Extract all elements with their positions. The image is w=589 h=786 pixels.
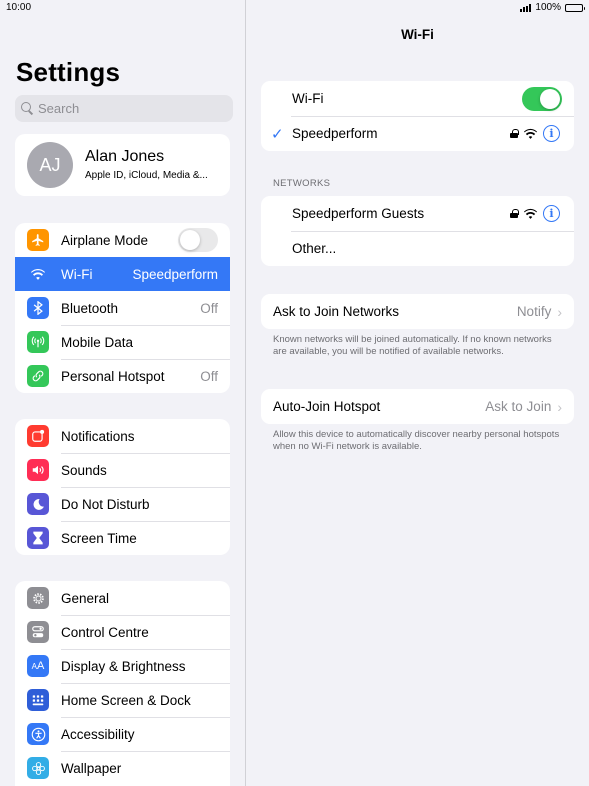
page-title: Wi-Fi [401, 27, 434, 42]
networks-header: NETWORKS [273, 178, 331, 189]
accessibility-icon [27, 723, 49, 745]
avatar: AJ [27, 142, 73, 188]
sidebar-item-personal-hotspot[interactable]: Personal Hotspot Off [15, 359, 230, 393]
sidebar-item-value: Speedperform [132, 266, 218, 282]
lock-icon [510, 209, 519, 218]
sidebar-item-label: Control Centre [61, 624, 149, 640]
gear-icon [27, 587, 49, 609]
wifi-toggle[interactable] [522, 86, 562, 111]
lock-icon [510, 129, 519, 138]
flower-icon [27, 757, 49, 779]
ask-to-join-label: Ask to Join Networks [273, 304, 400, 319]
sidebar-item-label: Accessibility [61, 726, 135, 742]
sidebar-item-airplane-mode[interactable]: Airplane Mode [15, 223, 230, 257]
sidebar-item-control-centre[interactable]: Control Centre [15, 615, 230, 649]
profile-subtitle: Apple ID, iCloud, Media &... [85, 170, 208, 181]
sidebar-item-screen-time[interactable]: Screen Time [15, 521, 230, 555]
airplane-mode-toggle[interactable] [178, 228, 218, 252]
sidebar-item-notifications[interactable]: Notifications [15, 419, 230, 453]
search-field[interactable]: Search [15, 95, 233, 122]
ask-to-join-note: Known networks will be joined automatica… [273, 334, 552, 357]
antenna-icon [27, 331, 49, 353]
text-size-icon: AA [27, 655, 49, 677]
apple-id-profile[interactable]: AJ Alan Jones Apple ID, iCloud, Media &.… [15, 134, 230, 196]
auto-join-label: Auto-Join Hotspot [273, 399, 381, 414]
settings-title: Settings [16, 57, 121, 87]
sidebar-item-general[interactable]: General [15, 581, 230, 615]
sidebar-item-label: General [61, 590, 110, 606]
other-network-label: Other... [292, 241, 337, 256]
wifi-signal-icon [524, 128, 537, 139]
auto-join-card: Auto-Join Hotspot Ask to Join › [261, 389, 574, 424]
ask-to-join-card: Ask to Join Networks Notify › [261, 294, 574, 329]
other-network-row[interactable]: Other... [261, 231, 574, 266]
sidebar-item-label: Notifications [61, 428, 135, 444]
hourglass-icon [27, 527, 49, 549]
chevron-right-icon: › [557, 303, 562, 320]
search-placeholder: Search [38, 101, 80, 116]
sidebar-item-sounds[interactable]: Sounds [15, 453, 230, 487]
general-group: General Control Centre AA Display & Brig… [15, 581, 230, 786]
auto-join-note: Allow this device to automatically disco… [273, 429, 560, 452]
sidebar-item-mobile-data[interactable]: Mobile Data [15, 325, 230, 359]
connectivity-group: Airplane Mode Wi-Fi Speedperform Bluetoo… [15, 223, 230, 393]
sidebar-item-label: Sounds [61, 462, 107, 478]
status-bar: 10:00 100% [0, 0, 589, 16]
sidebar-item-do-not-disturb[interactable]: Do Not Disturb [15, 487, 230, 521]
search-icon [21, 102, 34, 115]
profile-name: Alan Jones [85, 148, 165, 165]
speaker-icon [27, 459, 49, 481]
sidebar-item-label: Airplane Mode [61, 232, 149, 248]
sidebar-item-label: Wallpaper [61, 760, 122, 776]
battery-icon [565, 3, 585, 12]
bluetooth-icon [27, 297, 49, 319]
ask-to-join-row[interactable]: Ask to Join Networks Notify › [261, 294, 574, 329]
notifications-icon [27, 425, 49, 447]
sidebar-item-label: Home Screen & Dock [61, 692, 191, 708]
info-icon[interactable]: i [543, 125, 560, 142]
networks-card: Speedperform Guests i Other... [261, 196, 574, 266]
sidebar-item-label: Do Not Disturb [61, 496, 150, 512]
sidebar-item-label: Screen Time [61, 530, 137, 546]
wifi-signal-icon [524, 208, 537, 219]
battery-percent: 100% [535, 2, 561, 13]
chevron-right-icon: › [557, 398, 562, 415]
sidebar-item-label: Mobile Data [61, 334, 134, 350]
sidebar-item-label: Personal Hotspot [61, 368, 165, 384]
wifi-icon [27, 263, 49, 285]
network-row[interactable]: Speedperform Guests i [261, 196, 574, 231]
moon-icon [27, 493, 49, 515]
cellular-signal-icon [520, 3, 532, 12]
sidebar-item-home-screen-dock[interactable]: Home Screen & Dock [15, 683, 230, 717]
ask-to-join-value: Notify [516, 304, 552, 319]
wifi-card: Wi-Fi ✓ Speedperform i [261, 81, 574, 151]
wifi-detail-pane: Wi-Fi Wi-Fi ✓ Speedperform i NETWORKS Sp… [246, 0, 589, 786]
hotspot-icon [27, 365, 49, 387]
notifications-group: Notifications Sounds Do Not Disturb Scre… [15, 419, 230, 555]
sidebar-item-label: Bluetooth [61, 300, 119, 316]
sidebar-item-label: Wi-Fi [61, 266, 93, 282]
network-name: Speedperform Guests [292, 206, 425, 221]
sidebar-item-value: Off [200, 368, 218, 384]
connected-network-row[interactable]: ✓ Speedperform i [261, 116, 574, 151]
sidebar-item-label: Display & Brightness [61, 658, 186, 674]
grid-icon [27, 689, 49, 711]
sidebar-item-wifi[interactable]: Wi-Fi Speedperform [15, 257, 230, 291]
auto-join-value: Ask to Join [485, 399, 552, 414]
checkmark-icon: ✓ [271, 126, 284, 143]
status-time: 10:00 [6, 2, 32, 13]
sidebar-item-display-brightness[interactable]: AA Display & Brightness [15, 649, 230, 683]
sidebar-item-accessibility[interactable]: Accessibility [15, 717, 230, 751]
sidebar-item-bluetooth[interactable]: Bluetooth Off [15, 291, 230, 325]
settings-sidebar: Settings Search AJ Alan Jones Apple ID, … [0, 0, 245, 786]
switches-icon [27, 621, 49, 643]
info-icon[interactable]: i [543, 205, 560, 222]
wifi-label: Wi-Fi [292, 91, 324, 106]
airplane-icon [27, 229, 49, 251]
auto-join-row[interactable]: Auto-Join Hotspot Ask to Join › [261, 389, 574, 424]
wifi-toggle-row: Wi-Fi [261, 81, 574, 116]
sidebar-item-value: Off [200, 300, 218, 316]
sidebar-item-wallpaper[interactable]: Wallpaper [15, 751, 230, 785]
connected-network-name: Speedperform [292, 126, 378, 141]
